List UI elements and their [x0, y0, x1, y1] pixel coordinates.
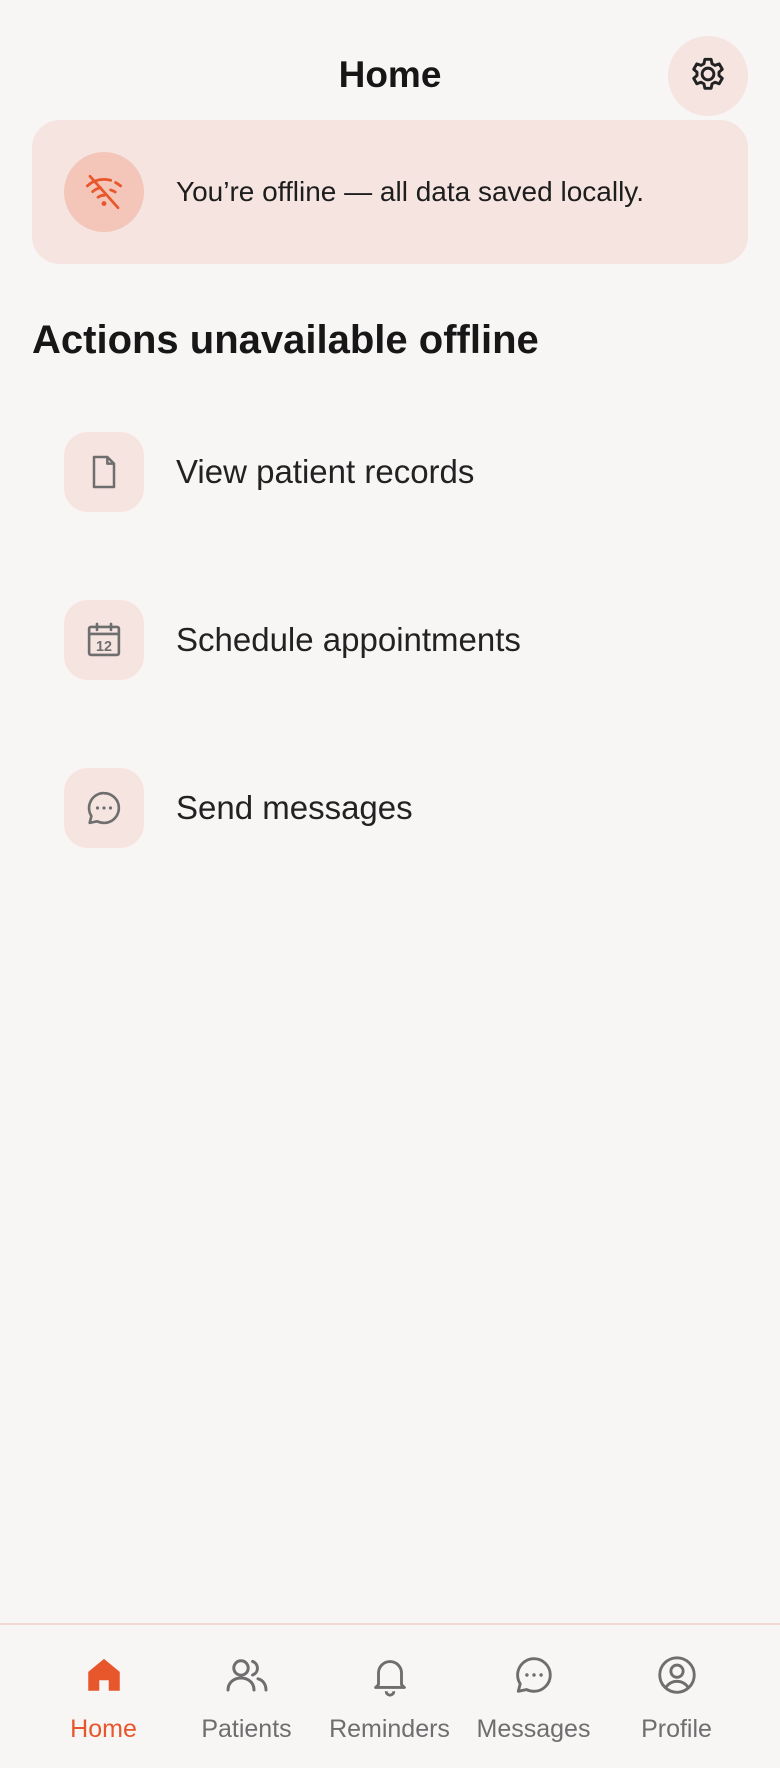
header: Home	[0, 0, 780, 120]
section-title: Actions unavailable offline	[32, 318, 539, 362]
action-label: Send messages	[176, 789, 413, 826]
offline-banner: You’re offline — all data saved locally.	[32, 120, 748, 264]
nav-label: Home	[70, 1715, 137, 1743]
calendar-icon: 12	[64, 600, 144, 680]
nav-label: Reminders	[329, 1715, 450, 1743]
chat-bubble-icon	[64, 768, 144, 848]
home-screen: Home You’re offline — all data saved loc…	[0, 0, 780, 1768]
action-item-schedule-appointments: 12 Schedule appointments	[32, 580, 748, 700]
people-icon	[223, 1651, 271, 1699]
action-label: Schedule appointments	[176, 621, 521, 658]
calendar-day-text: 12	[96, 639, 112, 655]
bottom-nav: Home Patients Reminders Messages Profile	[0, 1623, 780, 1768]
nav-item-patients[interactable]: Patients	[175, 1625, 318, 1768]
nav-label: Profile	[641, 1715, 712, 1743]
user-circle-icon	[653, 1651, 701, 1699]
action-label: View patient records	[176, 453, 475, 490]
nav-item-home[interactable]: Home	[32, 1625, 175, 1768]
action-item-view-patient-records: View patient records	[32, 412, 748, 532]
bell-icon	[366, 1651, 414, 1699]
wifi-off-icon	[64, 152, 144, 232]
nav-label: Messages	[476, 1715, 591, 1743]
home-icon	[80, 1651, 128, 1699]
nav-label: Patients	[201, 1715, 292, 1743]
offline-message: You’re offline — all data saved locally.	[176, 176, 644, 207]
chat-bubble-icon	[510, 1651, 558, 1699]
settings-button[interactable]	[668, 36, 748, 116]
page-title: Home	[338, 54, 442, 95]
nav-item-profile[interactable]: Profile	[605, 1625, 748, 1768]
nav-item-reminders[interactable]: Reminders	[318, 1625, 461, 1768]
gear-icon	[686, 52, 730, 101]
nav-item-messages[interactable]: Messages	[462, 1625, 605, 1768]
document-icon	[64, 432, 144, 512]
action-item-send-messages: Send messages	[32, 748, 748, 868]
